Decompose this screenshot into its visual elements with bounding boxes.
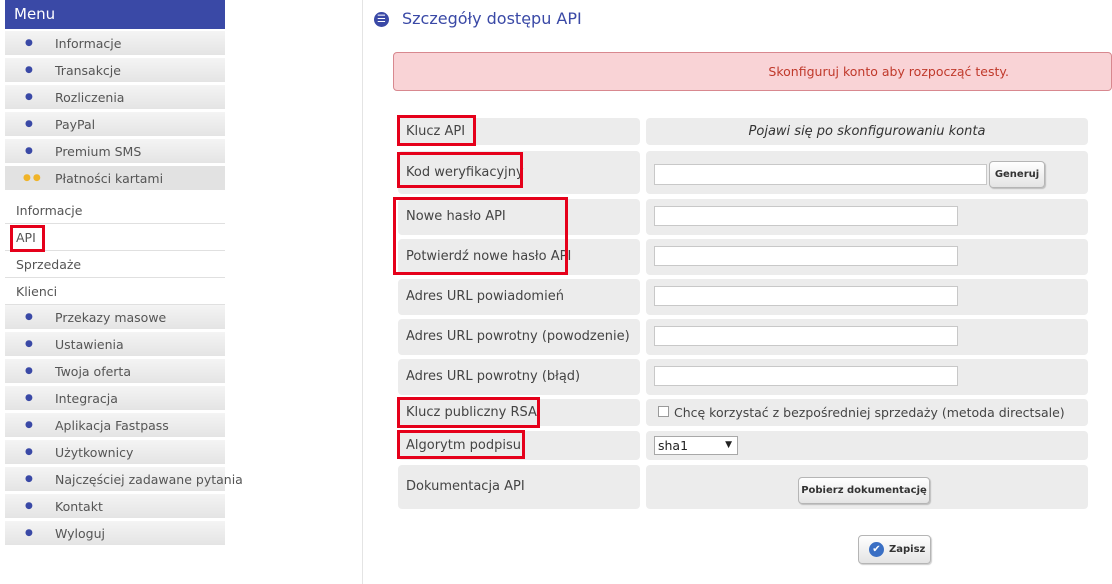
directsale-checkbox-label: Chcę korzystać z bezpośredniej sprzedaży… bbox=[674, 405, 1065, 420]
sidebar-item-label: Płatności kartami bbox=[55, 171, 164, 186]
sidebar-item-uzytkownicy[interactable]: ● Użytkownicy bbox=[5, 440, 225, 465]
sidebar-item-label: Informacje bbox=[55, 36, 122, 51]
bullet-icon: ● bbox=[25, 92, 33, 102]
return-url-success-input[interactable] bbox=[654, 326, 958, 346]
notify-url-input[interactable] bbox=[654, 286, 958, 306]
highlight-box-rsa bbox=[397, 397, 540, 428]
new-password-input[interactable] bbox=[654, 206, 958, 226]
bullet-icon: ● bbox=[25, 119, 33, 129]
sidebar-item-ustawienia[interactable]: ● Ustawienia bbox=[5, 332, 225, 357]
notify-url-label: Adres URL powiadomień bbox=[398, 279, 640, 315]
sidebar-item-przekazy-masowe[interactable]: ● Przekazy masowe bbox=[5, 305, 225, 330]
sidebar-item-label: Aplikacja Fastpass bbox=[55, 418, 169, 433]
highlight-box-api-menu bbox=[10, 225, 45, 252]
bullet-icon: ● bbox=[25, 366, 33, 376]
bullet-icon: ● bbox=[25, 38, 33, 48]
signature-algorithm-select[interactable]: sha1 ▼ bbox=[654, 436, 738, 455]
check-icon: ✔ bbox=[869, 542, 884, 557]
sidebar-item-kontakt[interactable]: ● Kontakt bbox=[5, 494, 225, 519]
bullet-icon: ● bbox=[25, 501, 33, 511]
sidebar-item-label: PayPal bbox=[55, 117, 96, 132]
sidebar-item-rozliczenia[interactable]: ● Rozliczenia bbox=[5, 85, 225, 110]
directsale-checkbox[interactable] bbox=[658, 406, 669, 417]
sidebar-item-premium-sms[interactable]: ● Premium SMS bbox=[5, 139, 225, 164]
sidebar-item-transakcje[interactable]: ● Transakcje bbox=[5, 58, 225, 83]
highlight-box-passwords bbox=[393, 197, 568, 275]
menu-header: Menu bbox=[5, 0, 225, 29]
bullet-icon: ● bbox=[25, 474, 33, 484]
bullet-icon: ●● bbox=[23, 173, 43, 183]
sidebar-item-twoja-oferta[interactable]: ● Twoja oferta bbox=[5, 359, 225, 384]
highlight-box-verification bbox=[397, 152, 523, 188]
sidebar-item-integracja[interactable]: ● Integracja bbox=[5, 386, 225, 411]
submenu-item-informacje[interactable]: Informacje bbox=[5, 197, 225, 224]
return-url-error-input[interactable] bbox=[654, 366, 958, 386]
bullet-icon: ● bbox=[25, 65, 33, 75]
sidebar-item-informacje[interactable]: ● Informacje bbox=[5, 31, 225, 56]
page-title: Szczegóły dostępu API bbox=[402, 9, 582, 28]
bullet-icon: ● bbox=[25, 146, 33, 156]
bullet-icon: ● bbox=[25, 420, 33, 430]
highlight-box-api-key bbox=[397, 115, 476, 146]
return-url-error-label: Adres URL powrotny (błąd) bbox=[398, 359, 640, 395]
sidebar-item-label: Twoja oferta bbox=[55, 364, 131, 379]
sidebar-item-label: Integracja bbox=[55, 391, 118, 406]
sidebar-item-label: Przekazy masowe bbox=[55, 310, 167, 325]
sidebar-item-label: Transakcje bbox=[55, 63, 121, 78]
verification-code-input[interactable] bbox=[654, 164, 987, 185]
sidebar-item-label: Wyloguj bbox=[55, 526, 105, 541]
chevron-down-icon: ▼ bbox=[725, 440, 732, 450]
list-icon: ☰ bbox=[374, 12, 389, 27]
download-docs-button[interactable]: Pobierz dokumentację bbox=[798, 477, 930, 504]
sidebar-item-label: Kontakt bbox=[55, 499, 103, 514]
config-alert: Skonfiguruj konto aby rozpocząć testy. bbox=[393, 52, 1112, 91]
api-docs-label: Dokumentacja API bbox=[398, 465, 640, 509]
save-button-label: Zapisz bbox=[889, 544, 926, 555]
content-divider bbox=[362, 0, 363, 584]
signature-algorithm-value: sha1 bbox=[658, 438, 689, 453]
return-url-success-label: Adres URL powrotny (powodzenie) bbox=[398, 319, 640, 355]
bullet-icon: ● bbox=[25, 447, 33, 457]
save-button[interactable]: ✔ Zapisz bbox=[858, 535, 931, 564]
highlight-box-signature bbox=[397, 430, 525, 459]
sidebar-item-label: Rozliczenia bbox=[55, 90, 125, 105]
bullet-icon: ● bbox=[25, 528, 33, 538]
sidebar-item-najczesciej-zadawane-pytania[interactable]: ● Najczęściej zadawane pytania bbox=[5, 467, 243, 492]
sidebar-item-label: Użytkownicy bbox=[55, 445, 134, 460]
bullet-icon: ● bbox=[25, 312, 33, 322]
confirm-password-input[interactable] bbox=[654, 246, 958, 266]
submenu-item-sprzedaze[interactable]: Sprzedaże bbox=[5, 251, 225, 278]
sidebar-item-paypal[interactable]: ● PayPal bbox=[5, 112, 225, 137]
bullet-icon: ● bbox=[25, 339, 33, 349]
sidebar-item-label: Premium SMS bbox=[55, 144, 142, 159]
sidebar-item-wyloguj[interactable]: ● Wyloguj bbox=[5, 521, 225, 546]
sidebar-item-label: Najczęściej zadawane pytania bbox=[55, 472, 243, 487]
bullet-icon: ● bbox=[25, 393, 33, 403]
api-key-value: Pojawi się po skonfigurowaniu konta bbox=[646, 118, 1088, 145]
submenu-item-klienci[interactable]: Klienci bbox=[5, 278, 225, 305]
sidebar-item-aplikacja-fastpass[interactable]: ● Aplikacja Fastpass bbox=[5, 413, 225, 438]
sidebar-item-platnosci-kartami[interactable]: ●● Płatności kartami bbox=[5, 166, 225, 191]
generate-button[interactable]: Generuj bbox=[989, 161, 1045, 188]
sidebar-item-label: Ustawienia bbox=[55, 337, 124, 352]
